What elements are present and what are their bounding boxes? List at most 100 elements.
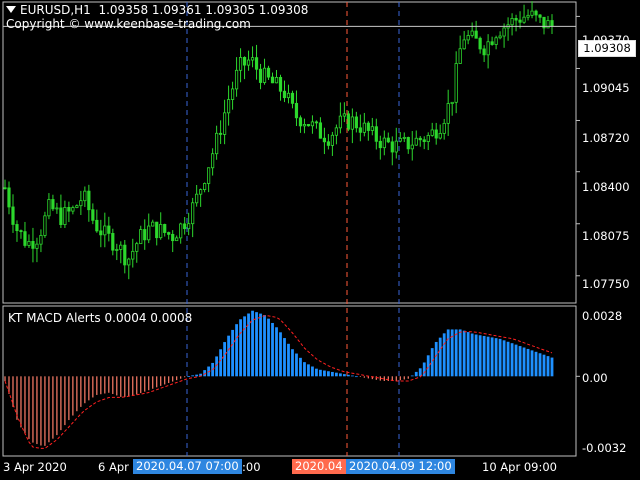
candle-body: [131, 250, 135, 260]
candle-body: [510, 17, 514, 26]
candle-body: [478, 37, 482, 50]
candle-body: [115, 249, 119, 251]
macd-histogram-bar: [263, 315, 266, 377]
candle-body: [374, 126, 378, 142]
candle-body: [318, 122, 323, 139]
candle-body: [222, 112, 227, 135]
candle-body: [83, 190, 87, 202]
candle-body: [290, 92, 295, 104]
macd-histogram-bar: [542, 354, 546, 377]
candle-body: [207, 167, 211, 184]
macd-histogram-bar: [338, 373, 342, 377]
time-axis-label: 3 Apr 2020: [3, 460, 67, 474]
candle-body: [163, 224, 167, 233]
candle-body: [171, 233, 175, 242]
candle-body: [366, 122, 370, 131]
candle-body: [35, 243, 39, 249]
candle-body: [7, 187, 11, 208]
candle-body: [470, 30, 474, 36]
candle-body: [534, 10, 538, 16]
candle-body: [538, 14, 542, 18]
macd-histogram-bar: [478, 335, 482, 377]
macd-histogram-bar: [279, 332, 282, 377]
macd-histogram-bar: [430, 348, 434, 377]
candle-body: [382, 137, 386, 149]
macd-histogram-bar: [438, 337, 442, 377]
candle-body: [430, 129, 434, 136]
price-axis-label: 1.08400: [582, 180, 630, 194]
macd-histogram-bar: [502, 340, 506, 377]
candle-body: [179, 223, 183, 239]
candle-body: [230, 88, 235, 100]
candle-body: [526, 14, 530, 18]
macd-histogram-bar: [219, 349, 223, 377]
macd-histogram-bar: [350, 375, 354, 377]
macd-histogram-bar: [494, 338, 498, 377]
candle-body: [530, 10, 534, 16]
macd-histogram-bar: [342, 374, 346, 377]
candle-body: [394, 140, 398, 153]
macd-histogram-bar: [323, 370, 326, 377]
candle-body: [278, 76, 283, 92]
macd-histogram-bar: [275, 327, 278, 377]
macd-histogram-bar: [291, 349, 294, 377]
candle-body: [123, 244, 127, 266]
candle-body: [274, 76, 279, 84]
macd-histogram-bar: [474, 334, 478, 377]
candle-body: [378, 140, 382, 149]
macd-histogram-bar: [490, 337, 494, 377]
candle-body: [402, 137, 406, 139]
candle-body: [215, 132, 219, 155]
candle-body: [95, 219, 99, 232]
macd-histogram-bar: [191, 375, 195, 377]
candle-body: [486, 41, 490, 56]
candle-body: [334, 127, 338, 136]
candle-body: [87, 190, 91, 211]
candle-body: [254, 57, 259, 70]
candle-body: [127, 258, 131, 266]
candle-body: [246, 59, 251, 66]
macd-histogram-bar: [187, 376, 191, 377]
candle-body: [386, 137, 390, 143]
macd-histogram-bar: [482, 335, 486, 377]
macd-histogram-bar: [235, 324, 238, 377]
macd-histogram-bar: [422, 362, 426, 377]
macd-histogram-bar: [458, 329, 462, 377]
macd-histogram-bar: [434, 341, 438, 377]
trading-chart[interactable]: [0, 0, 640, 480]
candle-body: [522, 16, 526, 23]
macd-signal-line: [4, 315, 553, 449]
price-axis-label: 1.08720: [582, 131, 630, 145]
symbol-label: EURUSD,H1: [20, 3, 91, 17]
macd-histogram-bar: [462, 330, 466, 377]
macd-histogram-bar: [231, 329, 234, 377]
candle-body: [3, 187, 7, 190]
macd-histogram-bar: [354, 376, 358, 378]
macd-histogram-bar: [418, 368, 422, 377]
macd-histogram-bar: [506, 341, 510, 377]
candle-body: [262, 67, 267, 83]
collapse-triangle-icon[interactable]: [6, 6, 16, 13]
candle-body: [482, 48, 486, 56]
candle-body: [502, 27, 506, 37]
price-pane-frame: [2, 1, 577, 304]
macd-histogram-bar: [526, 348, 530, 377]
candle-body: [418, 137, 422, 141]
candle-body: [103, 225, 107, 236]
macd-histogram-bar: [311, 366, 314, 377]
macd-histogram-bar: [331, 371, 334, 377]
macd-histogram-bar: [334, 372, 338, 377]
candle-body: [302, 124, 307, 127]
candle-body: [139, 229, 143, 245]
candle-body: [75, 205, 79, 208]
indicator-label: KT MACD Alerts 0.0004 0.0008: [8, 311, 193, 325]
time-axis-label: 6 Apr: [98, 460, 129, 474]
macd-histogram-bar: [243, 316, 246, 377]
macd-histogram-bar: [466, 332, 470, 377]
candle-body: [55, 207, 59, 210]
macd-histogram-bar: [315, 368, 318, 377]
macd-histogram-bar: [442, 333, 446, 377]
candle-body: [494, 37, 498, 45]
macd-histogram-bar: [446, 329, 450, 377]
macd-histogram-bar: [239, 319, 242, 377]
